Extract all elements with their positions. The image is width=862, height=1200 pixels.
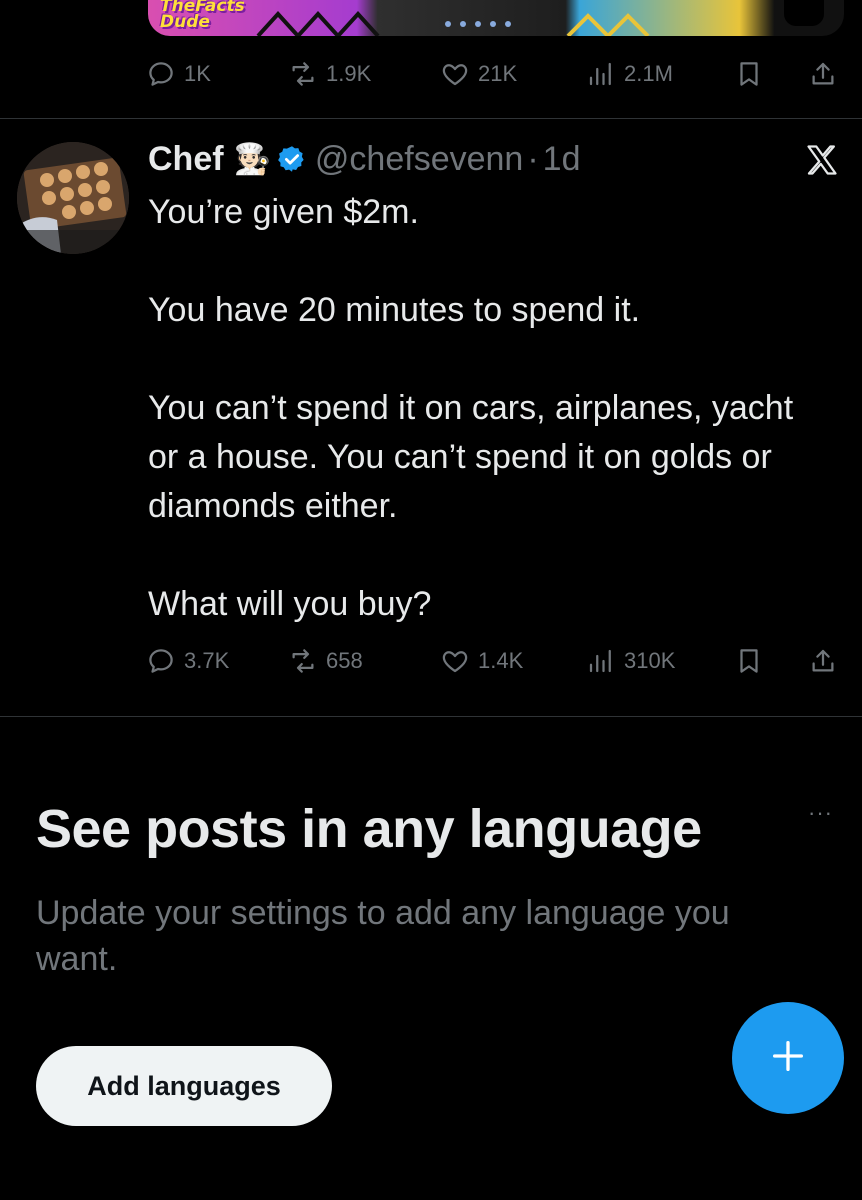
- plus-icon: [768, 1036, 808, 1081]
- post-divider: [0, 716, 862, 717]
- views-count: 2.1M: [624, 61, 673, 86]
- views-count: 310K: [624, 648, 676, 673]
- media-logo: TheFacts Dude: [160, 0, 245, 32]
- views-icon: [586, 646, 616, 676]
- like-count: 21K: [478, 61, 518, 86]
- avatar[interactable]: [17, 142, 129, 254]
- x-logo-icon: [804, 142, 840, 178]
- repost-button[interactable]: 658: [288, 641, 363, 681]
- media-close-region[interactable]: [784, 0, 824, 26]
- like-count: 1.4K: [478, 648, 524, 673]
- repost-count: 658: [326, 648, 363, 673]
- bookmark-button[interactable]: [734, 54, 764, 94]
- add-languages-button[interactable]: Add languages: [36, 1046, 332, 1126]
- repost-button[interactable]: 1.9K: [288, 54, 371, 94]
- display-name[interactable]: Chef: [148, 140, 224, 179]
- tweet-line: You’re given $2m.: [148, 193, 419, 231]
- tweet-line: You can’t spend it on cars, airplanes, y…: [148, 389, 803, 525]
- bookmark-button[interactable]: [734, 641, 764, 681]
- share-button[interactable]: [808, 641, 838, 681]
- tweet-line: What will you buy?: [148, 585, 432, 623]
- handle[interactable]: @chefsevenn: [315, 140, 523, 179]
- views-icon: [586, 59, 616, 89]
- reply-button[interactable]: 3.7K: [146, 641, 229, 681]
- timestamp[interactable]: 1d: [543, 140, 581, 179]
- more-options-button[interactable]: ···: [808, 800, 833, 826]
- compose-post-button[interactable]: [732, 1002, 844, 1114]
- bookmark-icon: [734, 59, 764, 89]
- repost-icon: [288, 646, 318, 676]
- reply-button[interactable]: 1K: [146, 54, 211, 94]
- verified-badge-icon[interactable]: [277, 144, 307, 174]
- repost-icon: [288, 59, 318, 89]
- reply-count: 3.7K: [184, 648, 230, 673]
- tweet-header: Chef 🧑🏻‍🍳 @chefsevenn · 1d: [148, 136, 581, 182]
- avatar-image: [17, 142, 129, 254]
- like-button[interactable]: 1.4K: [440, 641, 523, 681]
- like-button[interactable]: 21K: [440, 54, 517, 94]
- heart-icon: [440, 646, 470, 676]
- tweet-actions: 3.7K 658 1.4K 310K: [146, 641, 846, 681]
- views-button[interactable]: 2.1M: [586, 54, 673, 94]
- post-divider: [0, 118, 862, 119]
- heart-icon: [440, 59, 470, 89]
- reply-count: 1K: [184, 61, 211, 86]
- promo-subtitle: Update your settings to add any language…: [36, 894, 730, 978]
- share-icon: [808, 59, 838, 89]
- share-icon: [808, 646, 838, 676]
- reply-icon: [146, 646, 176, 676]
- previous-post-actions: 1K 1.9K 21K 2.1M: [146, 54, 846, 94]
- views-button[interactable]: 310K: [586, 641, 675, 681]
- bookmark-icon: [734, 646, 764, 676]
- media-pattern: [256, 11, 650, 36]
- separator-dot: ·: [527, 139, 539, 178]
- share-button[interactable]: [808, 54, 838, 94]
- post-media-image[interactable]: TheFacts Dude: [148, 0, 844, 36]
- repost-count: 1.9K: [326, 61, 372, 86]
- tweet-line: You have 20 minutes to spend it.: [148, 291, 641, 329]
- reply-icon: [146, 59, 176, 89]
- promo-title: See posts in any language: [36, 799, 702, 859]
- chef-emoji: 🧑🏻‍🍳: [233, 142, 271, 176]
- tweet-text: You’re given $2m. You have 20 minutes to…: [148, 188, 828, 629]
